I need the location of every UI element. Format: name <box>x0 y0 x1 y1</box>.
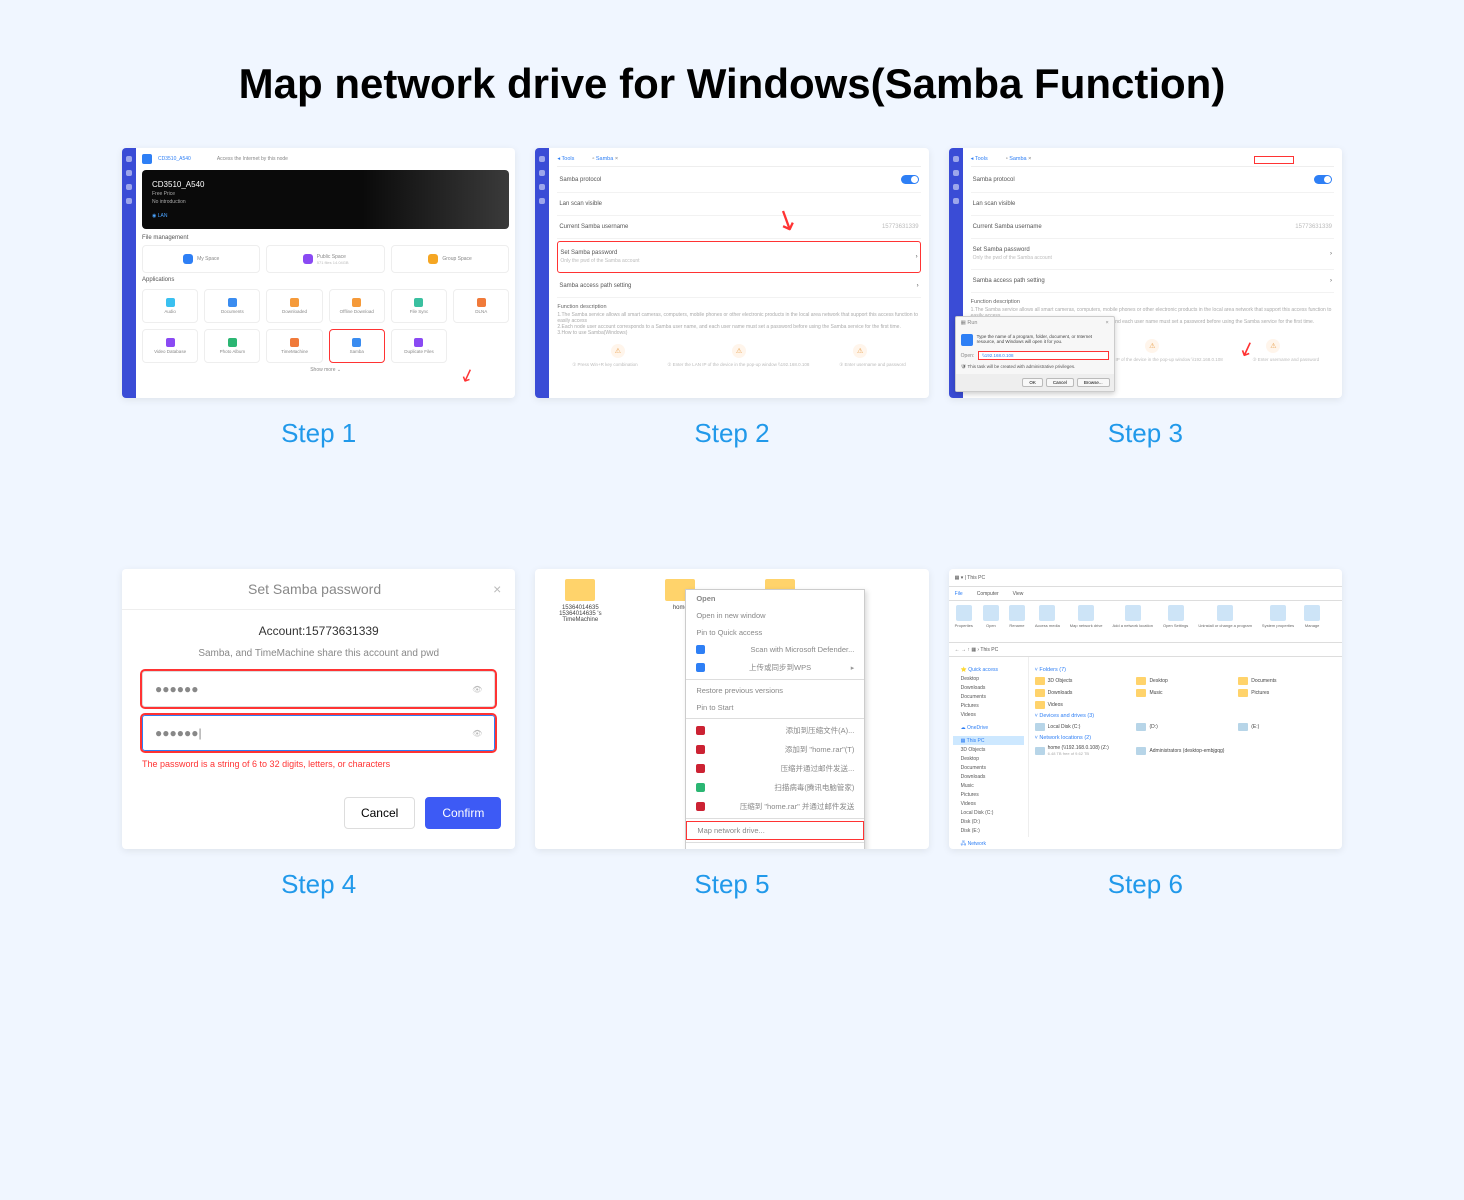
step4-screenshot: Set Samba password× Account:15773631339 … <box>122 569 515 849</box>
cancel-button[interactable]: Cancel <box>1046 378 1074 387</box>
eye-icon[interactable]: 👁 <box>472 729 482 738</box>
step-label: Step 5 <box>535 869 928 900</box>
password-confirm-input[interactable]: ●●●●●●|👁 <box>142 715 495 751</box>
browse-button[interactable]: Browse... <box>1077 378 1110 387</box>
page-title: Map network drive for Windows(Samba Func… <box>20 60 1444 108</box>
menu-item[interactable]: Restore previous versions <box>686 682 864 699</box>
menu-item[interactable]: 添加到 "home.rar"(T) <box>686 740 864 759</box>
password-input[interactable]: ●●●●●●👁 <box>142 671 495 707</box>
context-menu: OpenOpen in new windowPin to Quick acces… <box>685 589 865 849</box>
step-label: Step 2 <box>535 418 928 449</box>
menu-item[interactable]: Map network drive... <box>686 821 864 840</box>
menu-item[interactable]: Pin to Start <box>686 699 864 716</box>
menu-item[interactable]: 添加到压缩文件(A)... <box>686 721 864 740</box>
step-label: Step 1 <box>122 418 515 449</box>
step1-screenshot: CD3510_A540Access the Internet by this n… <box>122 148 515 398</box>
menu-item[interactable]: Scan with Microsoft Defender... <box>686 641 864 658</box>
step-label: Step 6 <box>949 869 1342 900</box>
step3-screenshot: ◂ Tools▫ Samba × Samba protocol Lan scan… <box>949 148 1342 398</box>
step5-screenshot: 15364014635 15364014635 's TimeMachineho… <box>535 569 928 849</box>
menu-item[interactable]: Open <box>686 590 864 607</box>
menu-item[interactable]: Copy <box>686 845 864 849</box>
close-icon[interactable]: × <box>493 581 501 597</box>
step-label: Step 4 <box>122 869 515 900</box>
ok-button[interactable]: OK <box>1022 378 1043 387</box>
menu-item[interactable]: Pin to Quick access <box>686 624 864 641</box>
confirm-button[interactable]: Confirm <box>425 797 501 829</box>
step-label: Step 3 <box>949 418 1342 449</box>
highlight-box <box>1254 156 1294 164</box>
menu-item[interactable]: Open in new window <box>686 607 864 624</box>
menu-item[interactable]: 压缩到 "home.rar" 并通过邮件发送 <box>686 797 864 816</box>
menu-item[interactable]: 压缩并通过邮件发送... <box>686 759 864 778</box>
menu-item[interactable]: 上传或同步到WPS▸ <box>686 658 864 677</box>
cancel-button[interactable]: Cancel <box>344 797 415 829</box>
eye-icon[interactable]: 👁 <box>472 685 482 694</box>
step2-screenshot: ◂ Tools▫ Samba × Samba protocol Lan scan… <box>535 148 928 398</box>
menu-item[interactable]: 扫描病毒(腾讯电脑管家) <box>686 778 864 797</box>
run-dialog: ▦ Run× Type the name of a program, folde… <box>955 316 1115 392</box>
step6-screenshot: ▦ ▾ | This PC FileComputerView Propertie… <box>949 569 1342 849</box>
